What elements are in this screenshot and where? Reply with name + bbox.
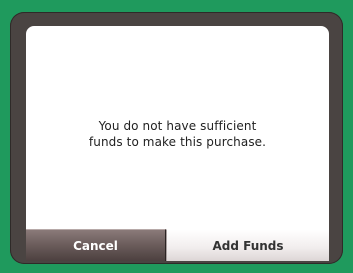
message-line-2: funds to make this purchase.	[88, 135, 267, 149]
dialog-button-bar: Cancel Add Funds	[26, 229, 329, 261]
dialog-body: You do not have sufficient funds to make…	[26, 26, 329, 229]
add-funds-button[interactable]: Add Funds	[166, 229, 329, 261]
dialog-message: You do not have sufficient funds to make…	[26, 118, 329, 150]
screen-frame: You do not have sufficient funds to make…	[0, 0, 353, 273]
cancel-button[interactable]: Cancel	[26, 229, 166, 261]
insufficient-funds-dialog: You do not have sufficient funds to make…	[10, 12, 343, 264]
message-line-1: You do not have sufficient	[98, 119, 257, 133]
